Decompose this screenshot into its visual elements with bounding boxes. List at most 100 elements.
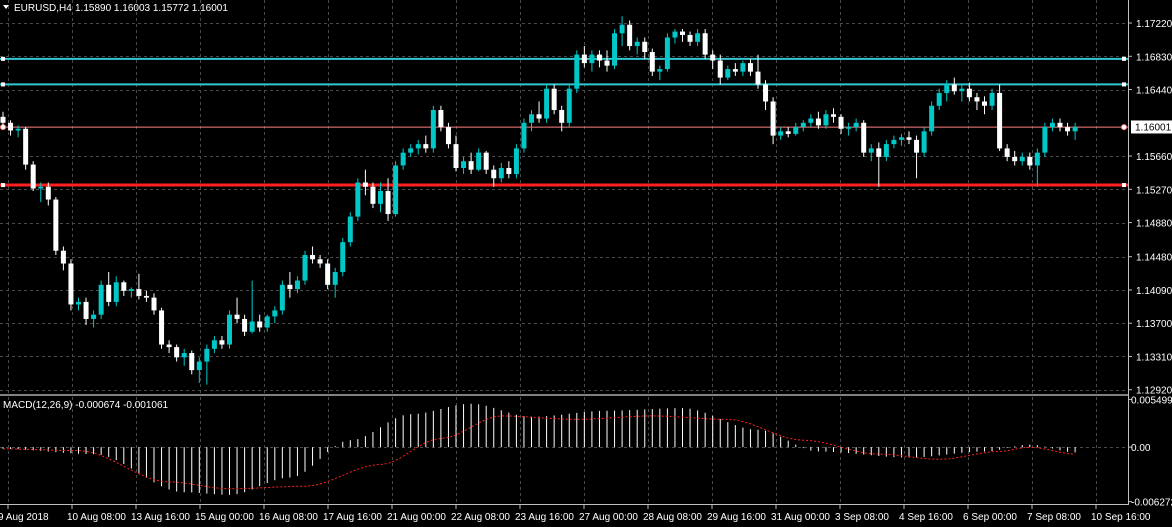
candle-body [204, 348, 210, 362]
candle-body [513, 148, 519, 174]
candle-body [498, 168, 504, 179]
candle-body [823, 114, 829, 126]
time-tick-label: 21 Aug 00:00 [387, 512, 446, 523]
candle-body [883, 144, 889, 157]
candle-body [649, 52, 655, 72]
candle-body [921, 131, 927, 153]
candle-body [551, 88, 557, 111]
macd-tick-label: 0.00 [1131, 443, 1151, 454]
bull-candle [574, 50, 580, 93]
bear-candle [30, 161, 36, 192]
candle-body [574, 54, 580, 89]
time-tick-label: 15 Aug 00:00 [195, 512, 254, 523]
candle-body [740, 63, 746, 72]
bull-candle [430, 105, 436, 153]
candle-body [868, 148, 874, 153]
time-tick-label: 9 Aug 2018 [0, 512, 49, 523]
candle-body [370, 186, 376, 204]
candle-body [400, 152, 406, 166]
price-tick-label: 1.16440 [1136, 86, 1172, 97]
candle-body [106, 284, 112, 302]
candle-body [445, 127, 451, 145]
candle-body [1049, 122, 1055, 128]
candle-body [310, 254, 316, 260]
bull-candle [227, 310, 232, 349]
candle-body [815, 118, 821, 126]
candle-body [189, 353, 195, 371]
candle-body [362, 182, 368, 187]
candle-body [846, 127, 852, 129]
price-tick-label: 1.13700 [1136, 319, 1172, 330]
candle-body [506, 168, 512, 174]
line-handle [1122, 183, 1126, 188]
candle-body [619, 24, 625, 34]
bull-candle [302, 250, 308, 285]
bear-candle [702, 28, 708, 59]
line-handle [1121, 124, 1127, 131]
candle-body [98, 284, 104, 315]
candle-body [1042, 127, 1048, 153]
candle-body [1057, 122, 1063, 128]
line-handle [1122, 82, 1126, 87]
candle-body [340, 242, 346, 273]
candle-body [378, 191, 383, 204]
eurusd-h4-chart[interactable]: 1.17220 1.16830 1.16440 1.15660 1.15270 1.148… [0, 0, 1172, 527]
time-tick-label: 7 Sep 08:00 [1027, 512, 1081, 523]
price-tick-label: 1.13310 [1136, 352, 1172, 363]
candle-body [1065, 127, 1071, 132]
bear-candle [53, 197, 59, 255]
candle-body [634, 41, 640, 47]
candle-body [211, 340, 217, 349]
price-tick-label: 1.15270 [1136, 185, 1172, 196]
candle-body [438, 110, 444, 128]
bull-candle [513, 144, 519, 179]
candle-body [672, 31, 678, 38]
time-tick-label: 16 Aug 08:00 [259, 512, 318, 523]
bear-candle [551, 84, 557, 115]
candle-body [219, 340, 225, 345]
candle-body [355, 182, 361, 217]
candle-body [227, 314, 232, 345]
candle-body [91, 314, 97, 319]
candle-body [997, 92, 1003, 149]
candle-body [415, 144, 421, 149]
time-tick-label: 10 Sep 16:00 [1091, 512, 1151, 523]
candle-body [136, 289, 142, 296]
bull-candle [612, 28, 618, 70]
candle-body [589, 54, 595, 64]
candle-body [476, 152, 482, 170]
candle-body [785, 131, 791, 134]
bull-candle [347, 212, 353, 247]
candle-body [347, 216, 353, 243]
candle-body [861, 122, 867, 153]
time-tick-label: 10 Aug 08:00 [67, 512, 126, 523]
candle-body [959, 88, 965, 92]
candle-body [929, 105, 935, 132]
candle-body [717, 60, 723, 78]
candle-body [257, 321, 263, 328]
candle-body [249, 321, 255, 332]
candle-body [264, 316, 270, 328]
candle-body [664, 37, 670, 70]
candle-body [302, 254, 308, 281]
candle-body [944, 84, 950, 93]
candle-body [710, 54, 716, 61]
candle-body [898, 137, 904, 140]
candle-body [468, 161, 474, 170]
candle-body [657, 69, 663, 72]
candle-body [838, 116, 844, 129]
candle-body [596, 54, 602, 61]
candle-body [906, 137, 912, 140]
candle-body [1072, 127, 1078, 132]
line-handle [1122, 56, 1126, 61]
bull-candle [521, 118, 527, 153]
bull-candle [929, 101, 935, 136]
candle-body [294, 280, 300, 290]
candle-body [393, 165, 399, 215]
candle-body [325, 263, 331, 285]
price-tick-label: 1.14880 [1136, 219, 1172, 230]
bear-candle [861, 120, 867, 157]
line-handle [1, 82, 5, 87]
bull-candle [1042, 122, 1048, 157]
bull-candle [921, 127, 927, 157]
